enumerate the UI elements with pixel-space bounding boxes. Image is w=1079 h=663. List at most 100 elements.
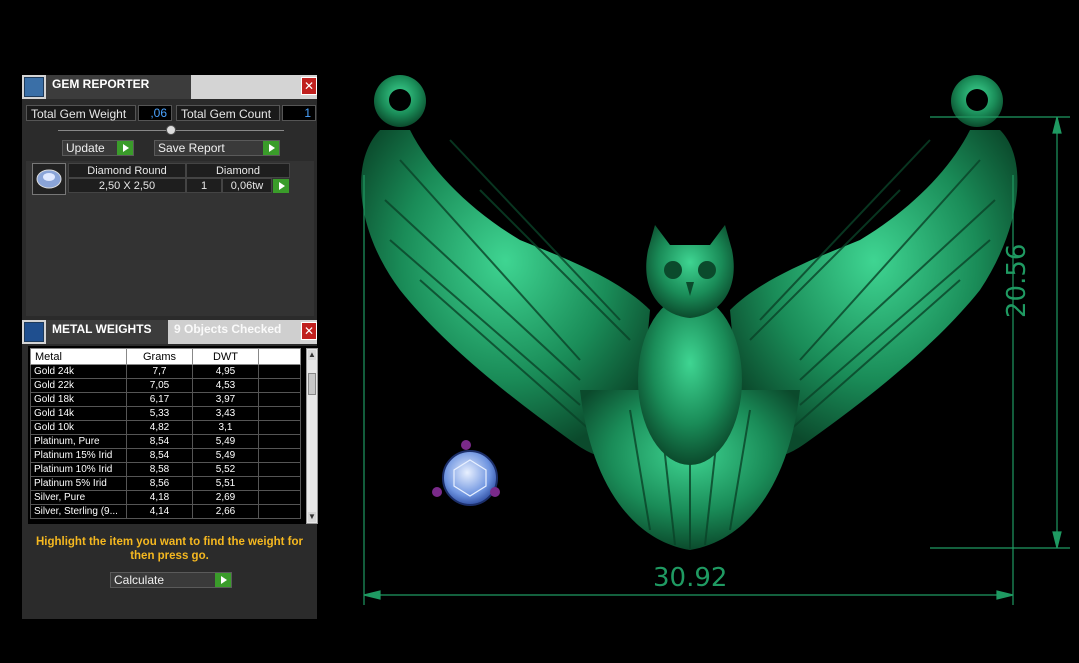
metal-weights-body: Metal Grams DWT Gold 24k 7,7 4,95 Gold 22k 7…	[22, 344, 318, 619]
gem-material: Diamond	[186, 163, 290, 178]
owl-body	[638, 295, 742, 465]
gem-setting-icon[interactable]	[432, 440, 500, 506]
table-row[interactable]: Platinum, Pure 8,54 5,49	[30, 434, 301, 449]
play-icon	[117, 141, 133, 155]
metal-cell: Gold 18k	[30, 392, 127, 407]
scroll-thumb[interactable]	[308, 373, 316, 395]
grams-cell: 8,58	[126, 462, 193, 477]
metal-cell: Gold 14k	[30, 406, 127, 421]
header-blank	[258, 348, 301, 365]
gem-go-button[interactable]	[273, 179, 289, 193]
diamond-round-icon	[32, 163, 66, 195]
table-scrollbar[interactable]: ▲ ▼	[306, 348, 318, 524]
gem-row[interactable]: Diamond Round Diamond 2,50 X 2,50 1 0,06…	[26, 163, 314, 197]
grams-cell: 4,14	[126, 504, 193, 519]
table-row[interactable]: Platinum 15% Irid 8,54 5,49	[30, 448, 301, 463]
blank-cell	[258, 406, 301, 421]
table-row[interactable]: Gold 22k 7,05 4,53	[30, 378, 301, 393]
height-dimension-label: 20.56	[1002, 243, 1032, 318]
metal-cell: Silver, Pure	[30, 490, 127, 505]
gem-reporter-titlebar[interactable]: GEM REPORTER ✕	[22, 75, 317, 99]
grams-cell: 8,54	[126, 434, 193, 449]
play-icon	[263, 141, 279, 155]
table-row[interactable]: Gold 14k 5,33 3,43	[30, 406, 301, 421]
save-report-button-label: Save Report	[158, 141, 225, 155]
grams-cell: 4,18	[126, 490, 193, 505]
dwt-cell: 4,95	[192, 364, 259, 379]
dwt-cell: 5,49	[192, 448, 259, 463]
update-button[interactable]: Update	[62, 140, 134, 156]
model-viewport[interactable]	[330, 60, 1079, 620]
grams-cell: 6,17	[126, 392, 193, 407]
calculate-button[interactable]: Calculate	[110, 572, 232, 588]
dwt-cell: 4,53	[192, 378, 259, 393]
scroll-up-icon[interactable]: ▲	[308, 350, 316, 360]
blank-cell	[258, 420, 301, 435]
metal-weights-icon	[24, 322, 44, 342]
gem-weight: 0,06tw	[222, 178, 272, 193]
dwt-cell: 3,97	[192, 392, 259, 407]
save-report-button[interactable]: Save Report	[154, 140, 280, 156]
pendant-loop-left	[374, 75, 426, 127]
metal-weights-titlebar[interactable]: METAL WEIGHTS 9 Objects Checked ✕	[22, 320, 317, 344]
metal-cell: Silver, Sterling (9...	[30, 504, 127, 519]
blank-cell	[258, 462, 301, 477]
gem-reporter-title: GEM REPORTER	[46, 75, 191, 99]
dwt-cell: 5,52	[192, 462, 259, 477]
table-row[interactable]: Gold 18k 6,17 3,97	[30, 392, 301, 407]
total-gem-count-label: Total Gem Count	[176, 105, 280, 121]
total-gem-count-value: 1	[282, 105, 316, 121]
metal-cell: Gold 22k	[30, 378, 127, 393]
metal-cell: Gold 24k	[30, 364, 127, 379]
metal-cell: Platinum 5% Irid	[30, 476, 127, 491]
grams-cell: 8,56	[126, 476, 193, 491]
grams-cell: 7,7	[126, 364, 193, 379]
slider-handle[interactable]	[166, 125, 176, 135]
dwt-cell: 2,69	[192, 490, 259, 505]
metal-cell: Platinum, Pure	[30, 434, 127, 449]
grams-cell: 5,33	[126, 406, 193, 421]
close-icon[interactable]: ✕	[301, 77, 317, 95]
blank-cell	[258, 476, 301, 491]
close-icon[interactable]: ✕	[301, 322, 317, 340]
table-row[interactable]: Gold 10k 4,82 3,1	[30, 420, 301, 435]
blank-cell	[258, 364, 301, 379]
dwt-cell: 5,51	[192, 476, 259, 491]
gem-list-area: Diamond Round Diamond 2,50 X 2,50 1 0,06…	[26, 161, 314, 316]
owl-head	[646, 225, 734, 318]
metal-weights-title: METAL WEIGHTS	[46, 320, 168, 344]
blank-cell	[258, 504, 301, 519]
gem-count: 1	[186, 178, 222, 193]
table-row[interactable]: Gold 24k 7,7 4,95	[30, 364, 301, 379]
table-row[interactable]: Silver, Pure 4,18 2,69	[30, 490, 301, 505]
update-button-label: Update	[66, 141, 105, 155]
total-gem-weight-label: Total Gem Weight	[26, 105, 136, 121]
dwt-cell: 3,1	[192, 420, 259, 435]
gem-shape: Diamond Round	[68, 163, 186, 178]
header-metal[interactable]: Metal	[30, 348, 127, 365]
play-icon	[215, 573, 231, 587]
grams-cell: 8,54	[126, 448, 193, 463]
objects-checked-label: 9 Objects Checked	[168, 320, 300, 344]
header-dwt[interactable]: DWT	[192, 348, 259, 365]
grams-cell: 7,05	[126, 378, 193, 393]
table-header-row: Metal Grams DWT	[30, 348, 301, 365]
dwt-cell: 3,43	[192, 406, 259, 421]
blank-cell	[258, 392, 301, 407]
table-row[interactable]: Platinum 10% Irid 8,58 5,52	[30, 462, 301, 477]
header-grams[interactable]: Grams	[126, 348, 193, 365]
calc-hint: Highlight the item you want to find the …	[35, 536, 304, 562]
blank-cell	[258, 434, 301, 449]
pendant-loop-right	[951, 75, 1003, 127]
gem-reporter-icon	[24, 77, 44, 97]
table-row[interactable]: Platinum 5% Irid 8,56 5,51	[30, 476, 301, 491]
grams-cell: 4,82	[126, 420, 193, 435]
metal-cell: Gold 10k	[30, 420, 127, 435]
metal-cell: Platinum 10% Irid	[30, 462, 127, 477]
table-row[interactable]: Silver, Sterling (9... 4,14 2,66	[30, 504, 301, 519]
total-gem-weight-value: ,06	[138, 105, 172, 121]
metal-weights-table: Metal Grams DWT Gold 24k 7,7 4,95 Gold 22k 7…	[30, 348, 301, 519]
metal-cell: Platinum 15% Irid	[30, 448, 127, 463]
gem-size: 2,50 X 2,50	[68, 178, 186, 193]
scroll-down-icon[interactable]: ▼	[308, 512, 316, 522]
